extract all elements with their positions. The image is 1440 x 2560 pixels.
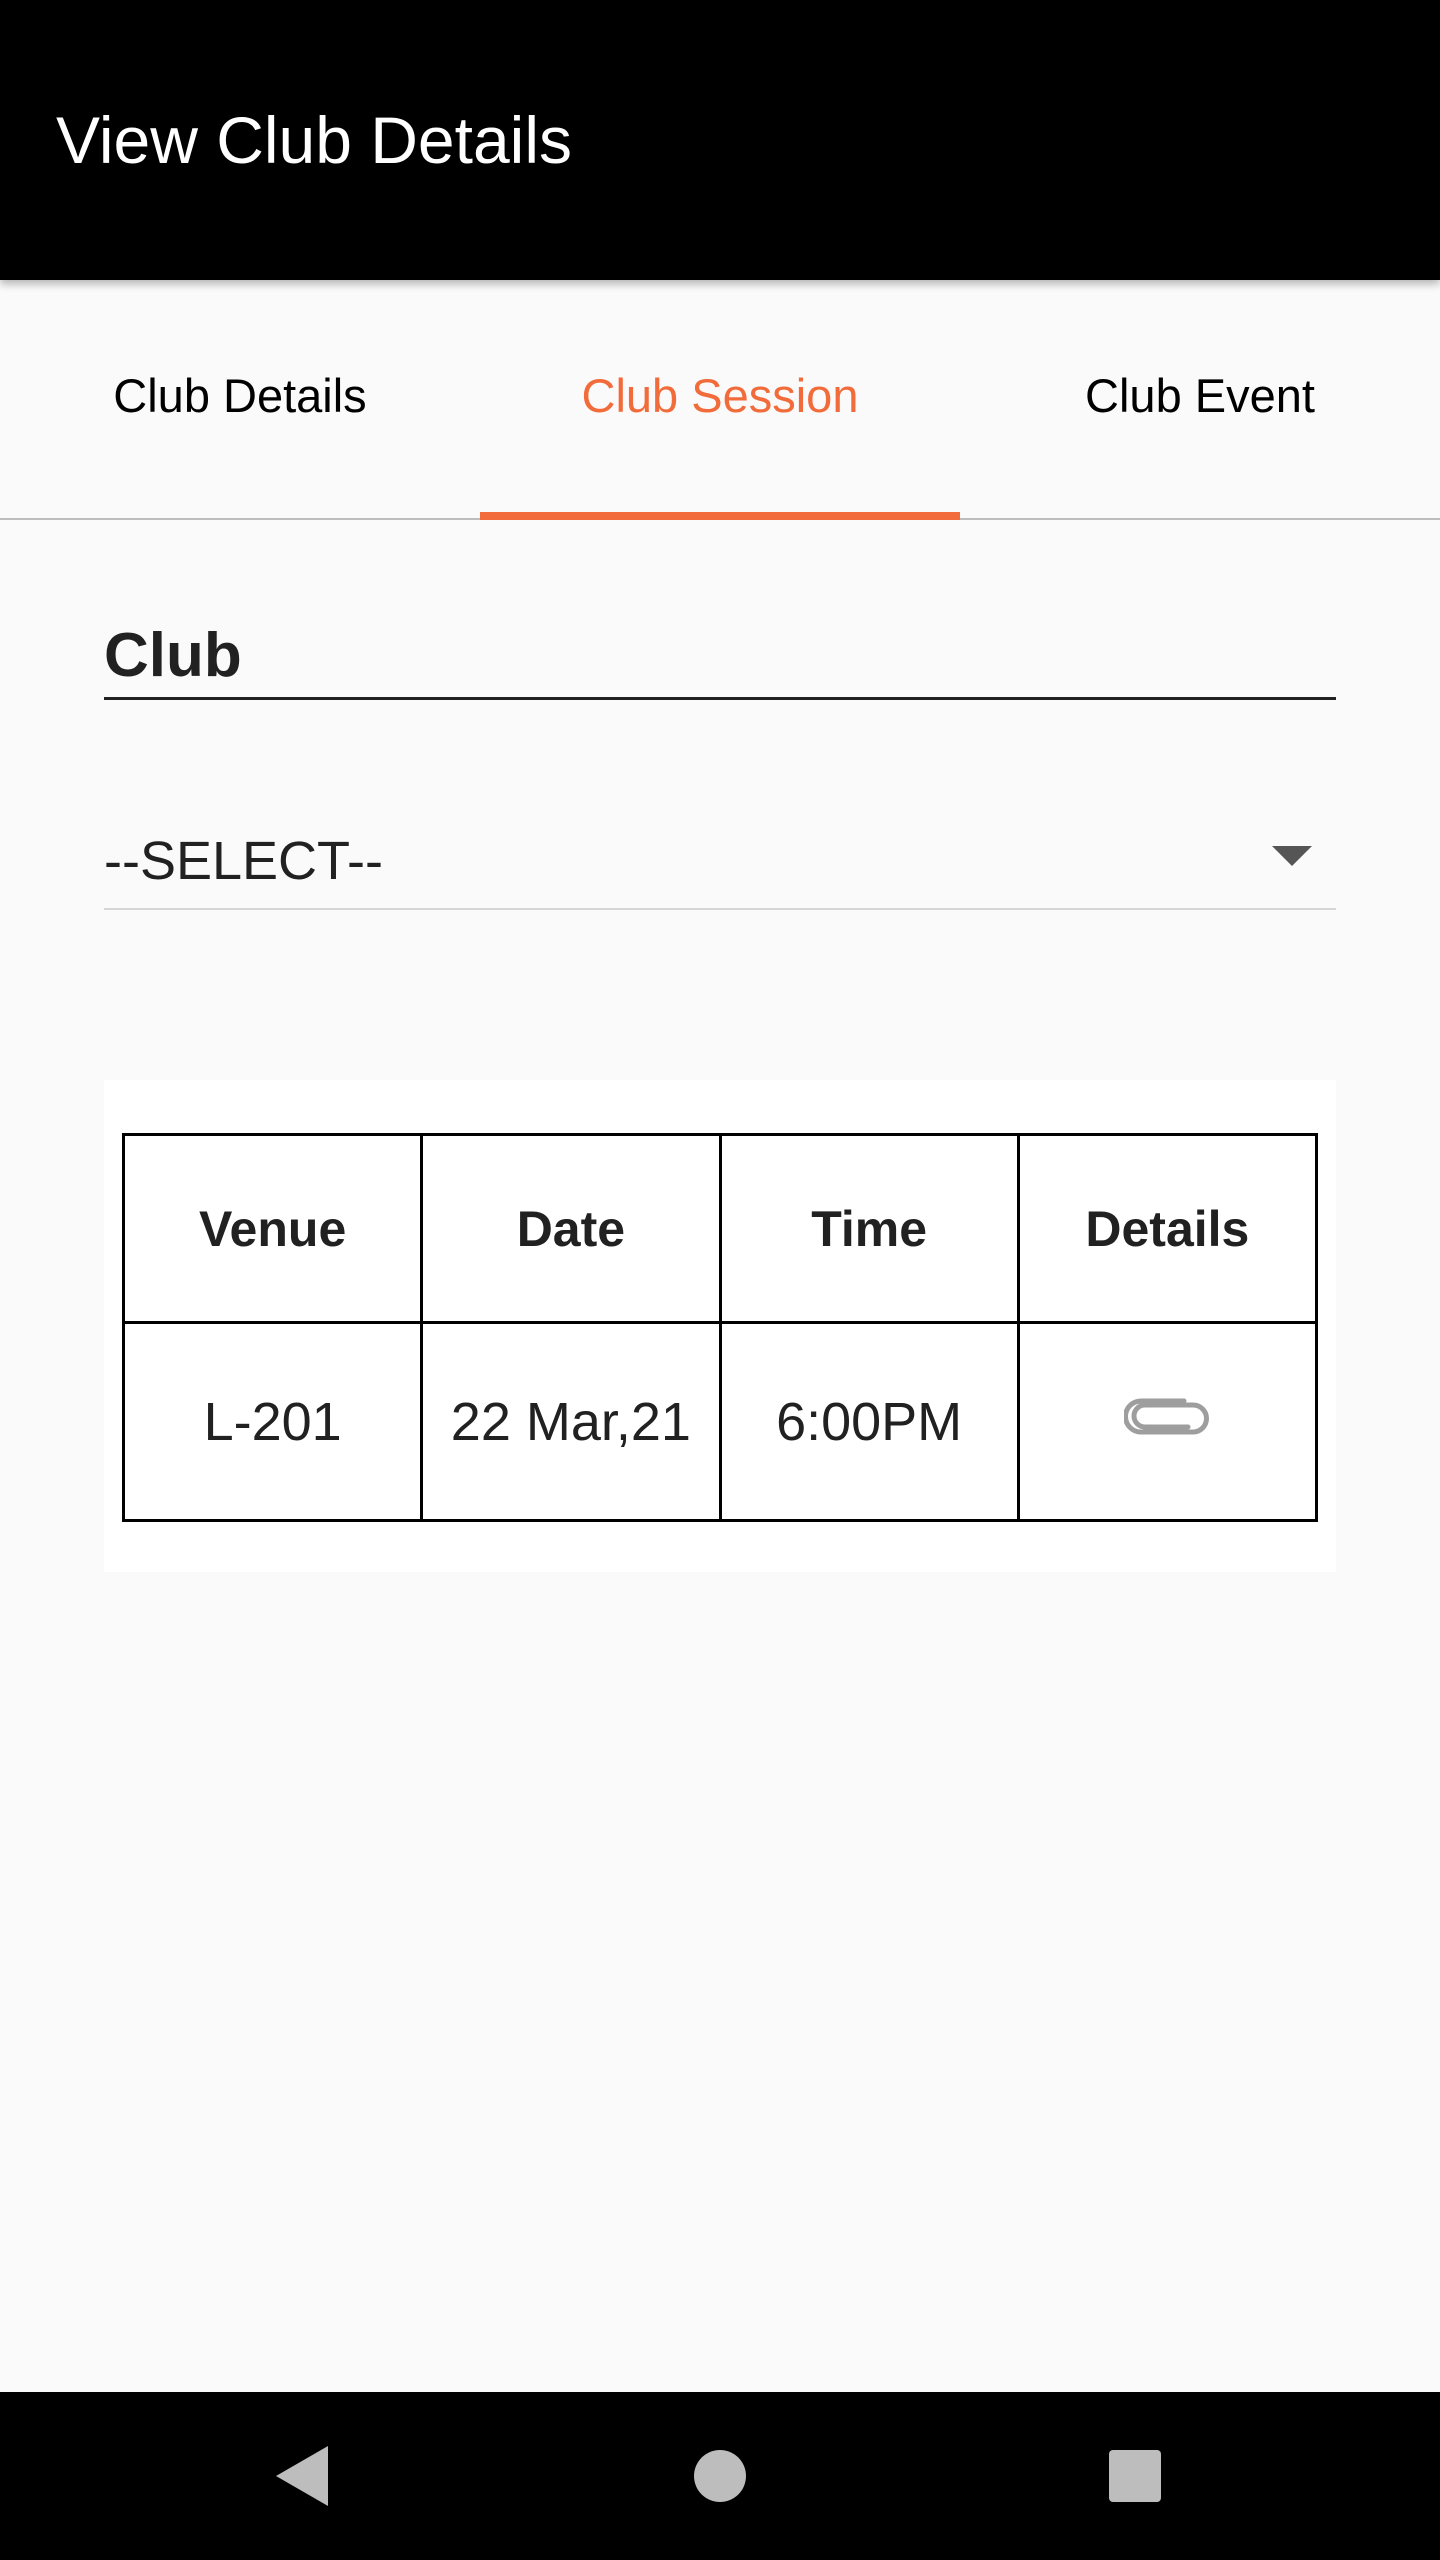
table-header-row: Venue Date Time Details xyxy=(121,1133,1319,1324)
tab-club-session[interactable]: Club Session xyxy=(480,280,960,518)
recents-square-icon[interactable] xyxy=(1109,2450,1161,2502)
table-row: L-201 22 Mar,21 6:00PM xyxy=(121,1321,1319,1522)
tab-club-details[interactable]: Club Details xyxy=(0,280,480,518)
active-tab-indicator xyxy=(480,512,960,520)
tab-club-event[interactable]: Club Event xyxy=(960,280,1440,518)
column-header-date: Date xyxy=(420,1133,722,1324)
column-header-details: Details xyxy=(1016,1133,1319,1324)
column-header-venue: Venue xyxy=(121,1133,424,1324)
system-navigation-bar xyxy=(0,2392,1440,2560)
club-section-label: Club xyxy=(104,621,242,690)
cell-details xyxy=(1016,1321,1319,1522)
sessions-table-card: Venue Date Time Details L-201 22 Mar,21 … xyxy=(104,1080,1336,1572)
cell-time: 6:00PM xyxy=(718,1321,1020,1522)
home-circle-icon[interactable] xyxy=(694,2450,746,2502)
page-title: View Club Details xyxy=(56,103,573,177)
cell-date: 22 Mar,21 xyxy=(420,1321,722,1522)
club-select-dropdown[interactable]: --SELECT-- xyxy=(104,800,1336,910)
section-divider xyxy=(104,697,1336,700)
club-select-value: --SELECT-- xyxy=(104,831,384,891)
column-header-time: Time xyxy=(718,1133,1020,1324)
tab-bar: Club Details Club Session Club Event xyxy=(0,280,1440,520)
back-triangle-icon[interactable] xyxy=(276,2446,328,2506)
paperclip-icon[interactable] xyxy=(1123,1391,1210,1435)
sessions-table: Venue Date Time Details L-201 22 Mar,21 … xyxy=(121,1133,1319,1522)
cell-venue: L-201 xyxy=(121,1321,424,1522)
dropdown-arrow-icon xyxy=(1272,846,1312,866)
app-bar: View Club Details xyxy=(0,0,1440,280)
